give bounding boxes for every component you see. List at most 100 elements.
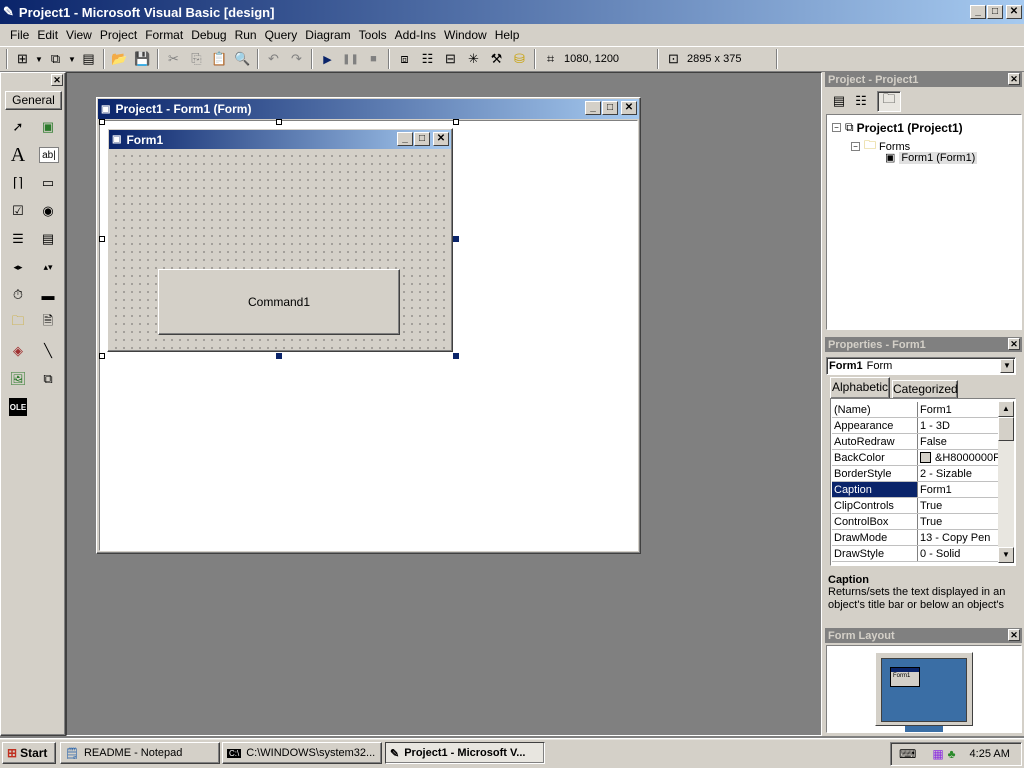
property-row[interactable]: BackColor &H8000000F bbox=[832, 450, 999, 466]
scroll-up-icon[interactable]: ▲ bbox=[998, 401, 1014, 417]
resize-handle-e[interactable] bbox=[453, 236, 459, 242]
filelistbox-tool-icon[interactable]: 🗎 bbox=[35, 310, 61, 336]
menu-run[interactable]: Run bbox=[231, 28, 261, 42]
menu-view[interactable]: View bbox=[62, 28, 96, 42]
dropdown-arrow-icon[interactable]: ▼ bbox=[67, 48, 77, 70]
view-object-icon[interactable]: ☷ bbox=[850, 90, 872, 112]
data-view-icon[interactable]: ⛁ bbox=[508, 48, 531, 70]
collapse-icon[interactable]: − bbox=[832, 123, 841, 132]
label-tool-icon[interactable]: A bbox=[5, 142, 31, 168]
close-icon[interactable]: ✕ bbox=[1008, 73, 1020, 85]
menu-edit[interactable]: Edit bbox=[33, 28, 62, 42]
pointer-icon[interactable]: ➚ bbox=[5, 114, 31, 140]
property-row[interactable]: (Name) Form1 bbox=[832, 402, 999, 418]
property-value[interactable]: 1 - 3D bbox=[918, 418, 999, 433]
minimize-icon[interactable]: _ bbox=[397, 132, 413, 146]
form-layout-title-bar[interactable]: Form Layout ✕ bbox=[825, 628, 1022, 643]
property-value[interactable]: 0 - Solid bbox=[918, 546, 999, 561]
property-row[interactable]: Appearance 1 - 3D bbox=[832, 418, 999, 434]
find-icon[interactable]: 🔍 bbox=[231, 48, 254, 70]
menu-query[interactable]: Query bbox=[261, 28, 302, 42]
break-icon[interactable]: ❚❚ bbox=[339, 48, 362, 70]
toolbox-tab-general[interactable]: General bbox=[5, 91, 62, 110]
tree-node-project[interactable]: − ⧉ Project1 (Project1) bbox=[832, 120, 963, 135]
view-code-icon[interactable]: ▤ bbox=[828, 90, 850, 112]
form-layout-icon[interactable]: ⊟ bbox=[439, 48, 462, 70]
property-value[interactable]: Form1 bbox=[918, 482, 999, 497]
menu-add-ins[interactable]: Add-Ins bbox=[391, 28, 440, 42]
end-icon[interactable]: ■ bbox=[362, 48, 385, 70]
property-row[interactable]: ClipControls True bbox=[832, 498, 999, 514]
menu-project[interactable]: Project bbox=[96, 28, 141, 42]
task-cmd[interactable]: C:\ C:\WINDOWS\system32... bbox=[222, 742, 382, 764]
picturebox-icon[interactable]: ▣ bbox=[35, 114, 61, 140]
menu-window[interactable]: Window bbox=[440, 28, 491, 42]
property-value[interactable]: &H8000000F bbox=[918, 450, 999, 465]
resize-handle-ne[interactable] bbox=[453, 119, 459, 125]
menu-diagram[interactable]: Diagram bbox=[301, 28, 354, 42]
image-tool-icon[interactable]: 🖼 bbox=[5, 366, 31, 392]
tab-alphabetic[interactable]: Alphabetic bbox=[830, 377, 890, 398]
hscrollbar-tool-icon[interactable]: ◂▸ bbox=[5, 254, 31, 280]
resize-handle-s[interactable] bbox=[276, 353, 282, 359]
tree-node-form1[interactable]: ▣ Form1 (Form1) bbox=[885, 151, 978, 164]
shape-tool-icon[interactable]: ◈ bbox=[5, 338, 31, 364]
paste-icon[interactable]: 📋 bbox=[208, 48, 231, 70]
property-value[interactable]: True bbox=[918, 514, 999, 529]
menu-tools[interactable]: Tools bbox=[355, 28, 391, 42]
project-explorer-title-bar[interactable]: Project - Project1 ✕ bbox=[825, 72, 1022, 87]
designer-title-bar[interactable]: ▣ Project1 - Form1 (Form) _ □ ✕ bbox=[98, 99, 639, 119]
close-icon[interactable]: ✕ bbox=[433, 132, 449, 146]
close-icon[interactable]: ✕ bbox=[1008, 338, 1020, 350]
scroll-down-icon[interactable]: ▼ bbox=[998, 547, 1014, 563]
close-icon[interactable]: ✕ bbox=[621, 101, 637, 115]
frame-tool-icon[interactable]: ⌈⌉ bbox=[5, 170, 31, 196]
maximize-icon[interactable]: □ bbox=[414, 132, 430, 146]
close-icon[interactable]: ✕ bbox=[51, 74, 63, 86]
resize-handle-n[interactable] bbox=[276, 119, 282, 125]
cut-icon[interactable]: ✂ bbox=[162, 48, 185, 70]
resize-handle-nw[interactable] bbox=[99, 119, 105, 125]
copy-icon[interactable]: ⎘ bbox=[185, 48, 208, 70]
app-title-bar[interactable]: ✎ Project1 - Microsoft Visual Basic [des… bbox=[0, 0, 1024, 24]
tray-app-icon[interactable]: ♣ bbox=[948, 747, 956, 761]
minimize-icon[interactable]: _ bbox=[585, 101, 601, 115]
menu-help[interactable]: Help bbox=[491, 28, 524, 42]
maximize-icon[interactable]: □ bbox=[602, 101, 618, 115]
network-icon[interactable]: ▦ bbox=[932, 747, 943, 761]
property-value[interactable]: 13 - Copy Pen bbox=[918, 530, 999, 545]
line-tool-icon[interactable]: ╲ bbox=[35, 338, 61, 364]
listbox-tool-icon[interactable]: ▤ bbox=[35, 226, 61, 252]
form1-title-bar[interactable]: ▣ Form1 _ □ ✕ bbox=[109, 130, 451, 149]
property-row-selected[interactable]: Caption Form1 bbox=[832, 482, 999, 498]
command1-button[interactable]: Command1 bbox=[158, 269, 400, 335]
open-project-icon[interactable]: 📂 bbox=[108, 48, 131, 70]
resize-handle-sw[interactable] bbox=[99, 353, 105, 359]
chevron-down-icon[interactable]: ▼ bbox=[1000, 359, 1014, 373]
form-position-preview[interactable]: Form1 bbox=[890, 667, 920, 687]
minimize-icon[interactable]: _ bbox=[970, 5, 986, 19]
property-value[interactable]: Form1 bbox=[918, 402, 999, 417]
property-value[interactable]: False bbox=[918, 434, 999, 449]
vscrollbar-tool-icon[interactable]: ▴▾ bbox=[35, 254, 61, 280]
close-icon[interactable]: ✕ bbox=[1006, 5, 1022, 19]
resize-handle-w[interactable] bbox=[99, 236, 105, 242]
maximize-icon[interactable]: □ bbox=[987, 5, 1003, 19]
redo-icon[interactable]: ↷ bbox=[285, 48, 308, 70]
property-row[interactable]: DrawStyle 0 - Solid bbox=[832, 546, 999, 562]
property-scrollbar[interactable]: ▲ ▼ bbox=[998, 401, 1014, 563]
dirlistbox-tool-icon[interactable]: 🗀 bbox=[5, 310, 31, 336]
optionbutton-tool-icon[interactable]: ◉ bbox=[35, 198, 61, 224]
save-project-icon[interactable]: 💾 bbox=[131, 48, 154, 70]
textbox-tool-icon[interactable]: ab| bbox=[39, 147, 59, 163]
timer-tool-icon[interactable]: ⏱ bbox=[5, 282, 31, 308]
commandbutton-tool-icon[interactable]: ▭ bbox=[35, 170, 61, 196]
tab-categorized[interactable]: Categorized bbox=[892, 380, 958, 398]
undo-icon[interactable]: ↶ bbox=[262, 48, 285, 70]
project-explorer-icon[interactable]: ⧈ bbox=[393, 48, 416, 70]
drivelistbox-tool-icon[interactable]: ▬ bbox=[35, 282, 61, 308]
close-icon[interactable]: ✕ bbox=[1008, 629, 1020, 641]
toggle-folders-icon[interactable]: 🗀 bbox=[877, 90, 901, 112]
menu-format[interactable]: Format bbox=[141, 28, 187, 42]
collapse-icon[interactable]: − bbox=[851, 142, 860, 151]
